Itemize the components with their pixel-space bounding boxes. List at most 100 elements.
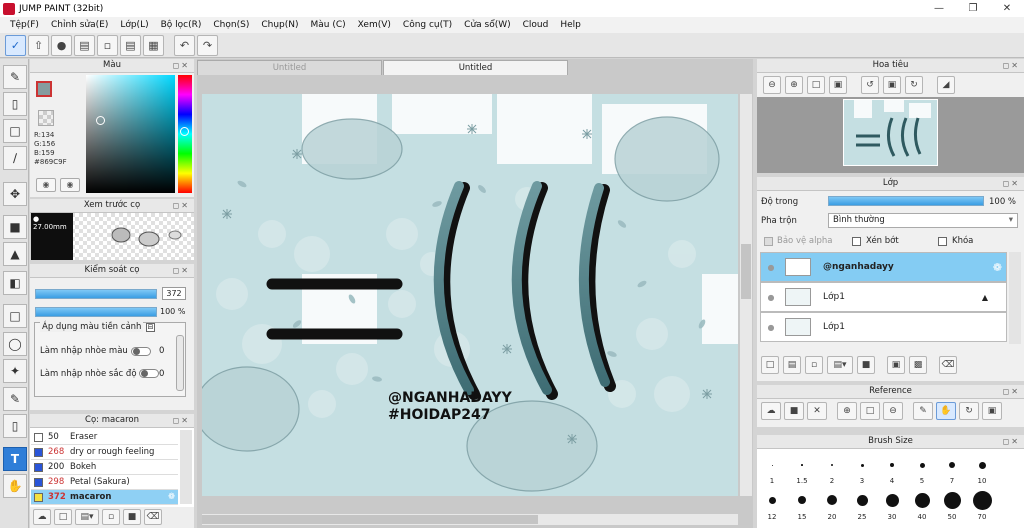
clipping-checkbox[interactable]	[852, 237, 861, 246]
brush-folder-icon[interactable]: ■	[123, 509, 141, 525]
layer-row-lop1-b[interactable]: ● Lớp1	[760, 312, 1007, 342]
apply-fg-toggle-icon[interactable]: ⊟	[146, 323, 155, 332]
fill-rect-icon[interactable]: ■	[3, 215, 27, 239]
panel-expand-icon[interactable]: ◻✕	[1003, 435, 1020, 448]
menu-view[interactable]: Xem(V)	[352, 20, 397, 30]
layer-row-lop1[interactable]: ● Lớp1 ▲	[760, 282, 1007, 312]
layer-visibility-icon[interactable]: ●	[761, 323, 781, 332]
move-tool-icon[interactable]: ✥	[3, 182, 27, 206]
ref-rotate-icon[interactable]: ↻	[959, 402, 979, 420]
layer-row-nganhadayy[interactable]: ● @nganhadayy ❁	[760, 252, 1007, 282]
transparent-color-icon[interactable]	[38, 110, 54, 126]
brush-opacity-slider[interactable]	[35, 307, 157, 317]
new-layer-icon[interactable]: □	[761, 356, 779, 374]
zoom-in-icon[interactable]: ⊕	[785, 76, 803, 94]
grid-check-icon[interactable]: ▦	[143, 34, 164, 56]
cloud-check-icon[interactable]: ✓	[5, 34, 26, 56]
brush-cloud-icon[interactable]: ☁	[33, 509, 51, 525]
hue-cursor-icon[interactable]	[180, 127, 189, 136]
lasso-tool-icon[interactable]: ◯	[3, 332, 27, 356]
menu-capture[interactable]: Chụp(N)	[255, 20, 304, 30]
message-icon[interactable]: ▤	[74, 34, 95, 56]
brush-list-scrollbar[interactable]	[180, 430, 192, 504]
text-tool-icon[interactable]: T	[3, 447, 27, 471]
export-icon[interactable]: ⇧	[28, 34, 49, 56]
brush-size-slider[interactable]	[35, 289, 157, 299]
brush-size-dot[interactable]	[768, 496, 776, 504]
brush-delete-icon[interactable]: ⌫	[144, 509, 162, 525]
ref-zoom-out-icon[interactable]: ⊖	[883, 402, 903, 420]
brush-size-dot[interactable]	[943, 491, 961, 509]
panel-expand-icon[interactable]: ◻✕	[173, 59, 190, 72]
panel-expand-icon[interactable]: ◻✕	[173, 199, 190, 212]
ref-reset-icon[interactable]: ▣	[982, 402, 1002, 420]
bucket-tool-icon[interactable]: ▲	[3, 242, 27, 266]
menu-filter[interactable]: Bộ lọc(R)	[155, 20, 208, 30]
comment-icon[interactable]: ●	[51, 34, 72, 56]
new-8bit-icon[interactable]: ▫	[805, 356, 823, 374]
gradient-tool-icon[interactable]: ◧	[3, 271, 27, 295]
duplicate-layer-icon[interactable]: ▣	[887, 356, 905, 374]
layer-visibility-icon[interactable]: ●	[761, 263, 781, 272]
canvas-horizontal-scrollbar[interactable]	[202, 514, 738, 525]
brush-size-input[interactable]: 372	[162, 287, 186, 300]
ref-open-icon[interactable]: ■	[784, 402, 804, 420]
line-tool-icon[interactable]: ∕	[3, 146, 27, 170]
close-icon[interactable]: ✕	[990, 0, 1024, 17]
ref-cloud-icon[interactable]: ☁	[761, 402, 781, 420]
pen-tool-icon[interactable]: ✎	[3, 65, 27, 89]
palette-settings-icon[interactable]: ◉	[60, 178, 80, 192]
menu-cloud[interactable]: Cloud	[517, 20, 555, 30]
minimize-icon[interactable]: —	[922, 0, 956, 17]
brush-copy-icon[interactable]: ▫	[102, 509, 120, 525]
brush-item-dry-rough[interactable]: 268 dry or rough feeling	[31, 445, 178, 460]
menu-color[interactable]: Màu (C)	[305, 20, 352, 30]
merge-layer-icon[interactable]: ▩	[909, 356, 927, 374]
eraser-tool-icon[interactable]: ▯	[3, 92, 27, 116]
brush-item-eraser[interactable]: 50 Eraser	[31, 430, 178, 445]
blur-color-toggle[interactable]	[131, 347, 151, 356]
brush-size-dot[interactable]	[890, 463, 894, 467]
redo-icon[interactable]: ↷	[197, 34, 218, 56]
brush-new-icon[interactable]: □	[54, 509, 72, 525]
menu-help[interactable]: Help	[554, 20, 587, 30]
ref-fit-icon[interactable]: □	[860, 402, 880, 420]
layer-visibility-icon[interactable]: ●	[761, 293, 781, 302]
brush-item-petal[interactable]: 298 Petal (Sakura)	[31, 475, 178, 490]
select-rect-icon[interactable]: □	[3, 119, 27, 143]
panel-expand-icon[interactable]: ◻✕	[1003, 385, 1020, 398]
rotate-right-icon[interactable]: ↻	[905, 76, 923, 94]
select-pen-icon[interactable]: ✎	[3, 387, 27, 411]
brush-size-dot[interactable]	[860, 463, 864, 467]
new-raster-icon[interactable]: ▤	[783, 356, 801, 374]
ref-hand-icon[interactable]: ✋	[936, 402, 956, 420]
brush-size-dot[interactable]	[798, 496, 806, 504]
brush-size-dot[interactable]	[919, 462, 925, 468]
ref-eyedropper-icon[interactable]: ✎	[913, 402, 933, 420]
artboard[interactable]: @NGANHADAYY #HOIDAP247	[202, 94, 738, 496]
delete-layer-icon[interactable]: ⌫	[939, 356, 957, 374]
tab-untitled-2[interactable]: Untitled	[383, 60, 568, 75]
panel-expand-icon[interactable]: ◻✕	[1003, 177, 1020, 190]
brush-size-dot[interactable]	[885, 493, 899, 507]
sv-cursor-icon[interactable]	[96, 116, 105, 125]
brush-item-macaron[interactable]: 372 macaron ❁	[31, 490, 178, 505]
canvas-vertical-scrollbar[interactable]	[740, 94, 752, 496]
brush-size-dot[interactable]	[972, 490, 992, 510]
select-eraser-icon[interactable]: ▯	[3, 414, 27, 438]
menu-file[interactable]: Tệp(F)	[4, 20, 45, 30]
zoom-out-icon[interactable]: ⊖	[763, 76, 781, 94]
layer-opacity-slider[interactable]	[828, 196, 984, 206]
restore-icon[interactable]: ❐	[956, 0, 990, 17]
menu-layer[interactable]: Lớp(L)	[114, 20, 154, 30]
brush-size-dot[interactable]	[856, 494, 868, 506]
ref-close-icon[interactable]: ✕	[807, 402, 827, 420]
menu-window[interactable]: Cửa sổ(W)	[458, 20, 516, 30]
rotate-reset-icon[interactable]: ▣	[883, 76, 901, 94]
panel-expand-icon[interactable]: ◻✕	[173, 414, 190, 427]
flip-icon[interactable]: ◢	[937, 76, 955, 94]
lock-checkbox[interactable]	[938, 237, 947, 246]
brush-size-dot[interactable]	[827, 495, 837, 505]
brush-size-dot[interactable]	[949, 462, 955, 468]
panel-expand-icon[interactable]: ◻✕	[173, 264, 190, 277]
